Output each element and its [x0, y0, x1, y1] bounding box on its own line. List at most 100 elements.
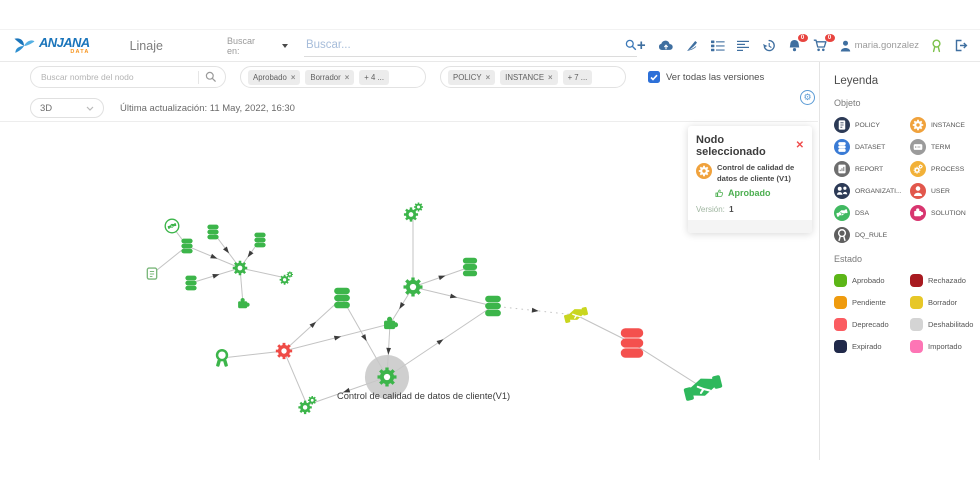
- legend-title: Leyenda: [834, 75, 976, 87]
- gears-icon: [910, 161, 926, 177]
- graph-node-puzzle[interactable]: [384, 317, 398, 329]
- legend-panel: Leyenda Objeto POLICY INSTANCE DATASET T…: [819, 62, 980, 460]
- legend-state-expirado: Expirado: [834, 340, 910, 353]
- legend-object-policy: POLICY: [834, 117, 910, 133]
- state-swatch: [834, 296, 847, 309]
- graph-node-gears[interactable]: [404, 202, 423, 221]
- search-scope-label: Buscar en:: [227, 36, 266, 56]
- chip-remove-icon[interactable]: ×: [486, 73, 491, 82]
- people-icon: [834, 183, 850, 199]
- graph-node-db[interactable]: [621, 328, 644, 357]
- cart-badge: 0: [825, 34, 835, 42]
- legend-objects-title: Objeto: [834, 98, 976, 108]
- username: maria.gonzalez: [855, 40, 919, 51]
- ribbon-badge-icon[interactable]: [931, 39, 942, 53]
- dimension-select[interactable]: 3D: [30, 98, 104, 118]
- list-detail-icon[interactable]: [711, 40, 725, 52]
- policy-icon: [834, 117, 850, 133]
- filter-chip[interactable]: + 7 ...: [563, 70, 593, 85]
- settings-gear-button[interactable]: ⚙: [800, 90, 815, 105]
- history-icon[interactable]: [762, 39, 776, 52]
- graph-node-gear[interactable]: [403, 277, 422, 296]
- legend-object-organizati: ORGANIZATI...: [834, 183, 910, 199]
- state-swatch: [910, 318, 923, 331]
- graph-node-gear[interactable]: [233, 261, 247, 275]
- notifications-bell-icon[interactable]: 0: [788, 39, 801, 52]
- graph-node-handshake[interactable]: [563, 306, 589, 323]
- graph-node-dsa-circle[interactable]: [165, 219, 179, 233]
- last-update-text: Última actualización: 11 May, 2022, 16:3…: [120, 103, 295, 114]
- puzzle-icon: [910, 205, 926, 221]
- state-swatch: [834, 274, 847, 287]
- version-value: 1: [729, 205, 733, 214]
- filter-chip[interactable]: Aprobado×: [248, 70, 300, 85]
- graph-node-gears[interactable]: [298, 396, 316, 414]
- graph-node-award[interactable]: [216, 350, 228, 367]
- state-swatch: [910, 296, 923, 309]
- legend-state-rechazado: Rechazado: [910, 274, 976, 287]
- anjana-swirl-icon: [12, 36, 36, 56]
- node-search-box: [30, 66, 226, 88]
- list-lines-icon[interactable]: [737, 40, 750, 52]
- pen-signature-icon[interactable]: [686, 39, 699, 52]
- version-label: Versión:: [696, 205, 725, 214]
- graph-node-db[interactable]: [334, 288, 350, 309]
- card-footer: [688, 220, 812, 233]
- logo-sub: DATA: [70, 50, 89, 56]
- graph-node-report[interactable]: [147, 268, 156, 279]
- all-versions-toggle[interactable]: Ver todas las versiones: [648, 71, 764, 83]
- user-menu[interactable]: maria.gonzalez: [840, 40, 919, 52]
- selected-node-name: Control de calidad de datos de cliente (…: [717, 163, 804, 184]
- cloud-upload-icon[interactable]: [658, 39, 674, 52]
- graph-node-db[interactable]: [181, 239, 192, 254]
- legend-object-dq_rule: DQ_RULE: [834, 227, 910, 243]
- legend-objects-grid: POLICY INSTANCE DATASET TERM REPORT PROC…: [834, 117, 976, 243]
- graph-node-db[interactable]: [463, 258, 477, 277]
- graph-node-db[interactable]: [207, 225, 218, 240]
- filter-chip[interactable]: + 4 ...: [359, 70, 389, 85]
- legend-states-title: Estado: [834, 254, 976, 264]
- all-versions-label: Ver todas las versiones: [666, 72, 764, 83]
- graph-node-puzzle[interactable]: [238, 298, 250, 308]
- report-bars-icon: [834, 161, 850, 177]
- graph-node-db[interactable]: [485, 296, 501, 317]
- graph-node-db[interactable]: [254, 233, 265, 248]
- filter-chip[interactable]: Borrador×: [305, 70, 354, 85]
- legend-object-instance: INSTANCE: [910, 117, 976, 133]
- search-icon[interactable]: [205, 71, 217, 83]
- close-icon[interactable]: ✕: [796, 141, 804, 151]
- dimension-value: 3D: [40, 103, 52, 114]
- graph-node-db[interactable]: [185, 276, 196, 291]
- medal-icon: [834, 227, 850, 243]
- type-filter-box[interactable]: POLICY× INSTANCE× + 7 ...: [440, 66, 626, 88]
- add-button[interactable]: +: [637, 41, 646, 51]
- checkbox-checked-icon[interactable]: [648, 71, 660, 83]
- db-icon: [834, 139, 850, 155]
- navbar-actions: + 0 0: [637, 39, 968, 53]
- node-search-input[interactable]: [39, 71, 196, 83]
- logo-main: ANJANA: [39, 36, 90, 49]
- filter-chip[interactable]: INSTANCE×: [500, 70, 557, 85]
- handshake-icon: [834, 205, 850, 221]
- state-swatch: [834, 340, 847, 353]
- legend-state-pendiente: Pendiente: [834, 296, 910, 309]
- search-icon[interactable]: [625, 39, 637, 51]
- legend-object-term: TERM: [910, 139, 976, 155]
- chip-remove-icon[interactable]: ×: [345, 73, 350, 82]
- sign-out-icon[interactable]: [954, 39, 968, 52]
- status-filter-box[interactable]: Aprobado× Borrador× + 4 ...: [240, 66, 426, 88]
- chip-remove-icon[interactable]: ×: [548, 73, 553, 82]
- graph-node-gear[interactable]: [276, 343, 292, 359]
- global-search-input[interactable]: [304, 38, 625, 52]
- anjana-logo[interactable]: ANJANA DATA: [12, 36, 90, 56]
- filter-chip[interactable]: POLICY×: [448, 70, 495, 85]
- cart-icon[interactable]: 0: [813, 39, 828, 52]
- search-scope-dropdown[interactable]: Buscar en:: [227, 36, 288, 56]
- global-search: [304, 34, 637, 57]
- graph-edges: [152, 212, 703, 405]
- legend-object-report: REPORT: [834, 161, 910, 177]
- chip-remove-icon[interactable]: ×: [291, 73, 296, 82]
- notifications-badge: 0: [798, 34, 808, 42]
- graph-node-gears[interactable]: [280, 271, 293, 284]
- legend-state-aprobado: Aprobado: [834, 274, 910, 287]
